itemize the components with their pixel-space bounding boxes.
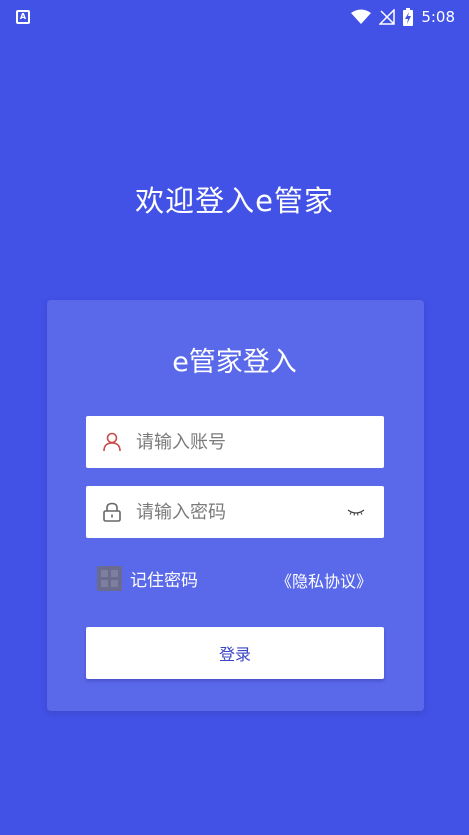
password-input[interactable] (136, 501, 336, 523)
welcome-title: 欢迎登入e管家 (135, 184, 334, 218)
login-button[interactable]: 登录 (86, 627, 384, 679)
password-field[interactable] (86, 486, 384, 538)
card-title: e管家登入 (172, 347, 297, 378)
notification-app-icon: A (16, 10, 30, 24)
closed-eye-icon[interactable] (346, 502, 366, 522)
status-bar: A 5:08 (0, 0, 469, 34)
status-time: 5:08 (421, 8, 455, 26)
privacy-policy-link[interactable]: 《隐私协议》 (276, 568, 372, 592)
user-icon (101, 431, 123, 453)
status-left: A (16, 10, 30, 24)
lock-icon (101, 501, 123, 523)
remember-password-toggle[interactable]: 记住密码 (97, 566, 198, 591)
account-input[interactable] (136, 431, 336, 453)
battery-charging-icon (403, 8, 414, 26)
wifi-icon (351, 9, 372, 25)
remember-checkbox[interactable] (97, 566, 122, 591)
remember-label: 记住密码 (130, 571, 198, 591)
account-field[interactable] (86, 416, 384, 468)
no-signal-icon (379, 9, 396, 25)
status-right: 5:08 (351, 8, 455, 26)
